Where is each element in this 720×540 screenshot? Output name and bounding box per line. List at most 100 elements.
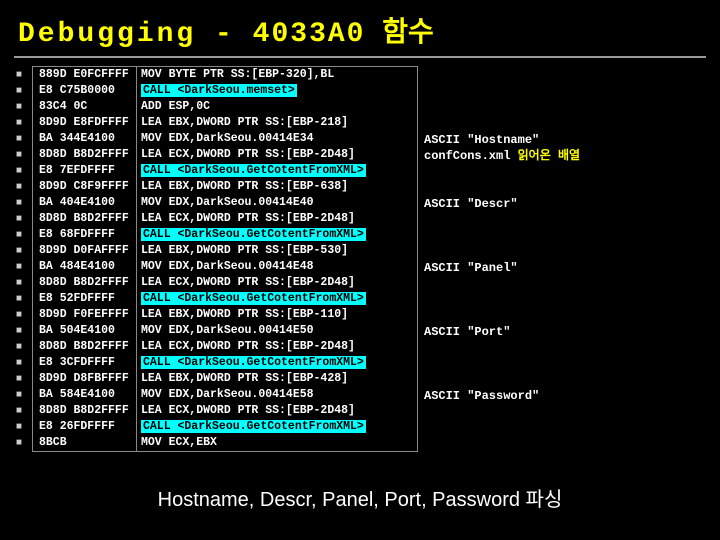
call-highlight: CALL <DarkSeou.GetCotentFromXML>	[141, 420, 366, 433]
hex-cell: 8D9D F0FEFFFF	[33, 307, 137, 323]
hex-cell: BA 484E4100	[33, 259, 137, 275]
disassembly-table: 889D E0FCFFFFMOV BYTE PTR SS:[EBP-320],B…	[32, 66, 418, 452]
annotation-row	[424, 116, 580, 132]
disasm-row: E8 52FDFFFF CALL <DarkSeou.GetCotentFromX…	[33, 291, 417, 307]
asm-cell: ADD ESP,0C	[137, 99, 417, 115]
hex-cell: BA 404E4100	[33, 195, 137, 211]
bullet-icon: ■	[12, 244, 26, 260]
asm-cell: MOV EDX,DarkSeou.00414E34	[137, 131, 417, 147]
bullet-icon: ■	[12, 148, 26, 164]
disasm-row: 8BCBMOV ECX,EBX	[33, 435, 417, 451]
hex-cell: 889D E0FCFFFF	[33, 67, 137, 83]
hex-cell: E8 3CFDFFFF	[33, 355, 137, 371]
annotation-row: ASCII "Hostname"	[424, 132, 580, 148]
title-en: Debugging	[18, 19, 196, 50]
hex-cell: 8D9D C8F9FFFF	[33, 179, 137, 195]
title-sep: -	[196, 19, 252, 50]
disasm-row: E8 68FDFFFFCALL <DarkSeou.GetCotentFromX…	[33, 227, 417, 243]
annotation-white: ASCII "Descr"	[424, 197, 518, 211]
disasm-row: 8D8D B8D2FFFFLEA ECX,DWORD PTR SS:[EBP-2…	[33, 147, 417, 163]
hex-cell: 8D8D B8D2FFFF	[33, 211, 137, 227]
hex-cell: 8D8D B8D2FFFF	[33, 403, 137, 419]
bullet-icon: ■	[12, 196, 26, 212]
asm-cell: LEA ECX,DWORD PTR SS:[EBP-2D48]	[137, 211, 417, 227]
bullet-icon: ■	[12, 356, 26, 372]
asm-cell: CALL <DarkSeou.GetCotentFromXML>	[137, 355, 417, 371]
bullet-icon: ■	[12, 420, 26, 436]
asm-cell: MOV EDX,DarkSeou.00414E50	[137, 323, 417, 339]
annotation-row	[424, 84, 580, 100]
asm-cell: CALL <DarkSeou.GetCotentFromXML>	[137, 227, 417, 243]
annotation-row	[424, 420, 580, 436]
asm-cell: LEA EBX,DWORD PTR SS:[EBP-428]	[137, 371, 417, 387]
call-highlight: CALL <DarkSeou.GetCotentFromXML>	[141, 228, 366, 241]
hex-cell: BA 344E4100	[33, 131, 137, 147]
disasm-row: 8D8D B8D2FFFFLEA ECX,DWORD PTR SS:[EBP-2…	[33, 339, 417, 355]
bullet-icon: ■	[12, 164, 26, 180]
annotation-row: ASCII "Panel"	[424, 260, 580, 276]
disasm-row: BA 584E4100MOV EDX,DarkSeou.00414E58	[33, 387, 417, 403]
asm-cell: LEA ECX,DWORD PTR SS:[EBP-2D48]	[137, 147, 417, 163]
annotation-row	[424, 276, 580, 292]
disasm-row: 8D8D B8D2FFFFLEA ECX,DWORD PTR SS:[EBP-2…	[33, 403, 417, 419]
disasm-row: 8D9D C8F9FFFFLEA EBX,DWORD PTR SS:[EBP-6…	[33, 179, 417, 195]
disasm-row: E8 26FDFFFF CALL <DarkSeou.GetCotentFromX…	[33, 419, 417, 435]
disasm-row: 8D9D E8FDFFFFLEA EBX,DWORD PTR SS:[EBP-2…	[33, 115, 417, 131]
hex-cell: 8D9D D8FBFFFF	[33, 371, 137, 387]
disasm-row: E8 7EFDFFFF CALL <DarkSeou.GetCotentFromX…	[33, 163, 417, 179]
hex-cell: BA 504E4100	[33, 323, 137, 339]
disasm-row: BA 484E4100MOV EDX,DarkSeou.00414E48	[33, 259, 417, 275]
annotation-row	[424, 164, 580, 180]
hex-cell: 8D9D D0FAFFFF	[33, 243, 137, 259]
call-highlight: CALL <DarkSeou.GetCotentFromXML>	[141, 292, 366, 305]
annotation-row	[424, 292, 580, 308]
annotation-row	[424, 372, 580, 388]
hex-cell: 8D9D E8FDFFFF	[33, 115, 137, 131]
bullet-icon: ■	[12, 292, 26, 308]
disasm-row: BA 504E4100MOV EDX,DarkSeou.00414E50	[33, 323, 417, 339]
bullet-column: ■■■■■■■■■■■■■■■■■■■■■■■■	[12, 66, 26, 452]
disasm-row: E8 C75B0000CALL <DarkSeou.memset>	[33, 83, 417, 99]
hex-cell: 8D8D B8D2FFFF	[33, 339, 137, 355]
annotation-white: ASCII "Password"	[424, 389, 539, 403]
bullet-icon: ■	[12, 116, 26, 132]
hex-cell: E8 52FDFFFF	[33, 291, 137, 307]
hex-cell: E8 7EFDFFFF	[33, 163, 137, 179]
asm-cell: MOV ECX,EBX	[137, 435, 417, 451]
asm-cell: LEA EBX,DWORD PTR SS:[EBP-638]	[137, 179, 417, 195]
asm-cell: CALL <DarkSeou.GetCotentFromXML>	[137, 419, 417, 435]
bullet-icon: ■	[12, 388, 26, 404]
asm-cell: LEA ECX,DWORD PTR SS:[EBP-2D48]	[137, 275, 417, 291]
disasm-row: 889D E0FCFFFFMOV BYTE PTR SS:[EBP-320],B…	[33, 67, 417, 83]
asm-cell: CALL <DarkSeou.memset>	[137, 83, 417, 99]
disasm-row: 8D9D D8FBFFFFLEA EBX,DWORD PTR SS:[EBP-4…	[33, 371, 417, 387]
annotation-row	[424, 180, 580, 196]
annotation-row: ASCII "Password"	[424, 388, 580, 404]
annotation-row	[424, 404, 580, 420]
bullet-icon: ■	[12, 260, 26, 276]
annotation-row	[424, 212, 580, 228]
hex-cell: BA 584E4100	[33, 387, 137, 403]
bullet-icon: ■	[12, 84, 26, 100]
asm-cell: LEA EBX,DWORD PTR SS:[EBP-530]	[137, 243, 417, 259]
asm-cell: LEA ECX,DWORD PTR SS:[EBP-2D48]	[137, 339, 417, 355]
hex-cell: E8 C75B0000	[33, 83, 137, 99]
annotation-row	[424, 436, 580, 452]
bullet-icon: ■	[12, 308, 26, 324]
disasm-row: 83C4 0CADD ESP,0C	[33, 99, 417, 115]
hex-cell: 8BCB	[33, 435, 137, 451]
hex-cell: E8 26FDFFFF	[33, 419, 137, 435]
asm-cell: LEA EBX,DWORD PTR SS:[EBP-110]	[137, 307, 417, 323]
annotation-white: confCons.xml	[424, 149, 518, 163]
caption: Hostname, Descr, Panel, Port, Password 파…	[0, 483, 720, 512]
bullet-icon: ■	[12, 436, 26, 452]
bullet-icon: ■	[12, 404, 26, 420]
bullet-icon: ■	[12, 340, 26, 356]
disasm-row: 8D9D D0FAFFFFLEA EBX,DWORD PTR SS:[EBP-5…	[33, 243, 417, 259]
asm-cell: MOV BYTE PTR SS:[EBP-320],BL	[137, 67, 417, 83]
call-highlight: CALL <DarkSeou.GetCotentFromXML>	[141, 164, 366, 177]
call-highlight: CALL <DarkSeou.GetCotentFromXML>	[141, 356, 366, 369]
hex-cell: 83C4 0C	[33, 99, 137, 115]
bullet-icon: ■	[12, 212, 26, 228]
annotation-row: ASCII "Port"	[424, 324, 580, 340]
